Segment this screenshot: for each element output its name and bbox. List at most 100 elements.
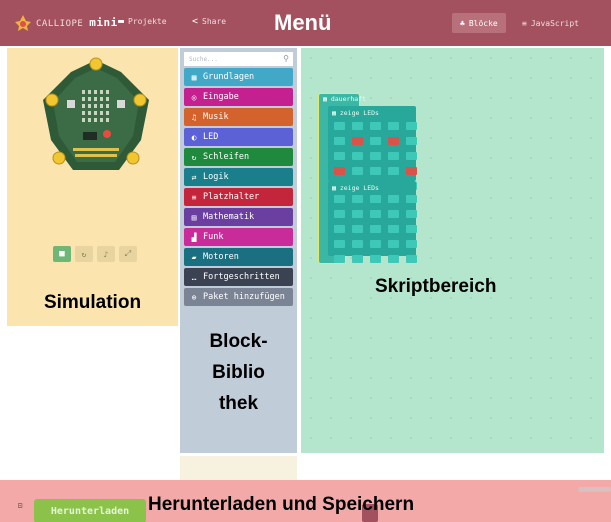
led-cell[interactable] <box>352 137 363 145</box>
restart-button[interactable]: ↻ <box>75 246 93 262</box>
led-cell[interactable] <box>352 122 363 130</box>
led-cell[interactable] <box>370 195 381 203</box>
led-cell[interactable] <box>370 152 381 160</box>
led-cell[interactable] <box>352 210 363 218</box>
category-musik[interactable]: ♫ Musik <box>184 108 293 126</box>
led-cell[interactable] <box>370 225 381 233</box>
brand-name[interactable]: CALLIOPE mini <box>36 16 118 29</box>
projects-button[interactable]: ▬ Projekte <box>118 16 167 27</box>
signal-icon: ▟ <box>191 232 197 242</box>
show-leds-block[interactable]: ▦ zeige LEDs <box>328 181 417 263</box>
led-cell[interactable] <box>388 167 399 175</box>
toggle-icon: ◐ <box>191 132 197 142</box>
led-cell[interactable] <box>352 225 363 233</box>
led-cell[interactable] <box>334 152 345 160</box>
category-schleifen[interactable]: ↻ Schleifen <box>184 148 293 166</box>
download-button[interactable]: Herunterladen <box>34 499 146 522</box>
led-cell[interactable] <box>388 137 399 145</box>
share-button[interactable]: < Share <box>192 16 226 27</box>
led-cell[interactable] <box>388 255 399 263</box>
category-fortgeschritten[interactable]: … Fortgeschritten <box>184 268 293 286</box>
led-cell[interactable] <box>334 240 345 248</box>
led-cell[interactable] <box>388 240 399 248</box>
grid-icon: ▦ <box>332 109 340 117</box>
led-cell[interactable] <box>406 225 417 233</box>
led-cell[interactable] <box>370 137 381 145</box>
led-cell[interactable] <box>334 210 345 218</box>
led-cell[interactable] <box>370 122 381 130</box>
calliope-logo-icon[interactable] <box>14 14 32 32</box>
toolbox-footer-strip <box>180 456 297 480</box>
mute-button[interactable]: ♪ <box>97 246 115 262</box>
projects-label: Projekte <box>128 17 167 26</box>
expand-icon: ⤢ <box>124 249 132 258</box>
grid-icon: ▦ <box>332 184 340 192</box>
led-cell[interactable] <box>406 152 417 160</box>
stop-button[interactable]: ■ <box>53 246 71 262</box>
led-cell[interactable] <box>334 167 345 175</box>
category-platzhalter[interactable]: ≡ Platzhalter <box>184 188 293 206</box>
category-eingabe[interactable]: ◎ Eingabe <box>184 88 293 106</box>
share-label: Share <box>202 17 227 26</box>
grid-icon: ▦ <box>191 72 197 82</box>
show-leds-label-text: zeige LEDs <box>339 109 379 117</box>
calliope-board-image[interactable] <box>37 54 155 180</box>
led-cell[interactable] <box>388 225 399 233</box>
led-matrix[interactable] <box>334 195 417 263</box>
led-cell[interactable] <box>406 167 417 175</box>
led-cell[interactable] <box>370 167 381 175</box>
led-cell[interactable] <box>352 195 363 203</box>
led-cell[interactable] <box>352 152 363 160</box>
fullscreen-button[interactable]: ⤢ <box>119 246 137 262</box>
led-cell[interactable] <box>352 240 363 248</box>
search-icon: ⚲ <box>283 54 289 63</box>
led-cell[interactable] <box>334 225 345 233</box>
script-workspace[interactable]: ▦ dauerhaft ▦ zeige LEDs ▦ zeige LEDs Sk… <box>301 48 604 453</box>
led-cell[interactable] <box>334 255 345 263</box>
led-cell[interactable] <box>406 122 417 130</box>
collapse-button[interactable]: ⊡ <box>14 499 26 511</box>
category-label: Funk <box>203 232 224 242</box>
led-matrix[interactable] <box>334 122 417 190</box>
category-led[interactable]: ◐ LED <box>184 128 293 146</box>
show-leds-block[interactable]: ▦ zeige LEDs <box>328 106 417 190</box>
loop-icon: ↻ <box>191 152 197 162</box>
search-input[interactable]: Suche... ⚲ <box>184 52 293 66</box>
led-cell[interactable] <box>406 137 417 145</box>
led-cell[interactable] <box>388 152 399 160</box>
led-cell[interactable] <box>406 195 417 203</box>
tab-blocks[interactable]: ♣ Blöcke <box>452 13 506 33</box>
ellipsis-icon: … <box>191 272 197 282</box>
horizontal-scrollbar[interactable] <box>578 487 611 492</box>
category-paket-hinzufügen[interactable]: ⊕ Paket hinzufügen <box>184 288 293 306</box>
headphones-icon: ♫ <box>191 112 197 122</box>
led-cell[interactable] <box>406 255 417 263</box>
category-grundlagen[interactable]: ▦ Grundlagen <box>184 68 293 86</box>
plus-circle-icon: ⊕ <box>191 292 197 302</box>
category-mathematik[interactable]: ▤ Mathematik <box>184 208 293 226</box>
led-cell[interactable] <box>334 122 345 130</box>
led-cell[interactable] <box>388 210 399 218</box>
led-cell[interactable] <box>334 137 345 145</box>
led-cell[interactable] <box>388 195 399 203</box>
stop-icon: ■ <box>59 249 65 259</box>
block-library-annotation: Block-Biblio thek <box>180 326 297 419</box>
led-cell[interactable] <box>388 122 399 130</box>
led-cell[interactable] <box>352 255 363 263</box>
led-cell[interactable] <box>370 210 381 218</box>
puzzle-icon: ♣ <box>460 18 465 28</box>
category-logik[interactable]: ⇄ Logik <box>184 168 293 186</box>
led-cell[interactable] <box>406 240 417 248</box>
led-cell[interactable] <box>370 255 381 263</box>
led-cell[interactable] <box>370 240 381 248</box>
brand-prefix: CALLIOPE <box>36 19 84 29</box>
category-motoren[interactable]: ▰ Motoren <box>184 248 293 266</box>
shuffle-icon: ⇄ <box>191 172 197 182</box>
brand-mini: mini <box>89 16 118 29</box>
category-funk[interactable]: ▟ Funk <box>184 228 293 246</box>
led-cell[interactable] <box>406 210 417 218</box>
led-cell[interactable] <box>352 167 363 175</box>
tab-javascript[interactable]: ≡ JavaScript <box>514 13 587 33</box>
simulation-annotation: Simulation <box>43 292 142 313</box>
led-cell[interactable] <box>334 195 345 203</box>
